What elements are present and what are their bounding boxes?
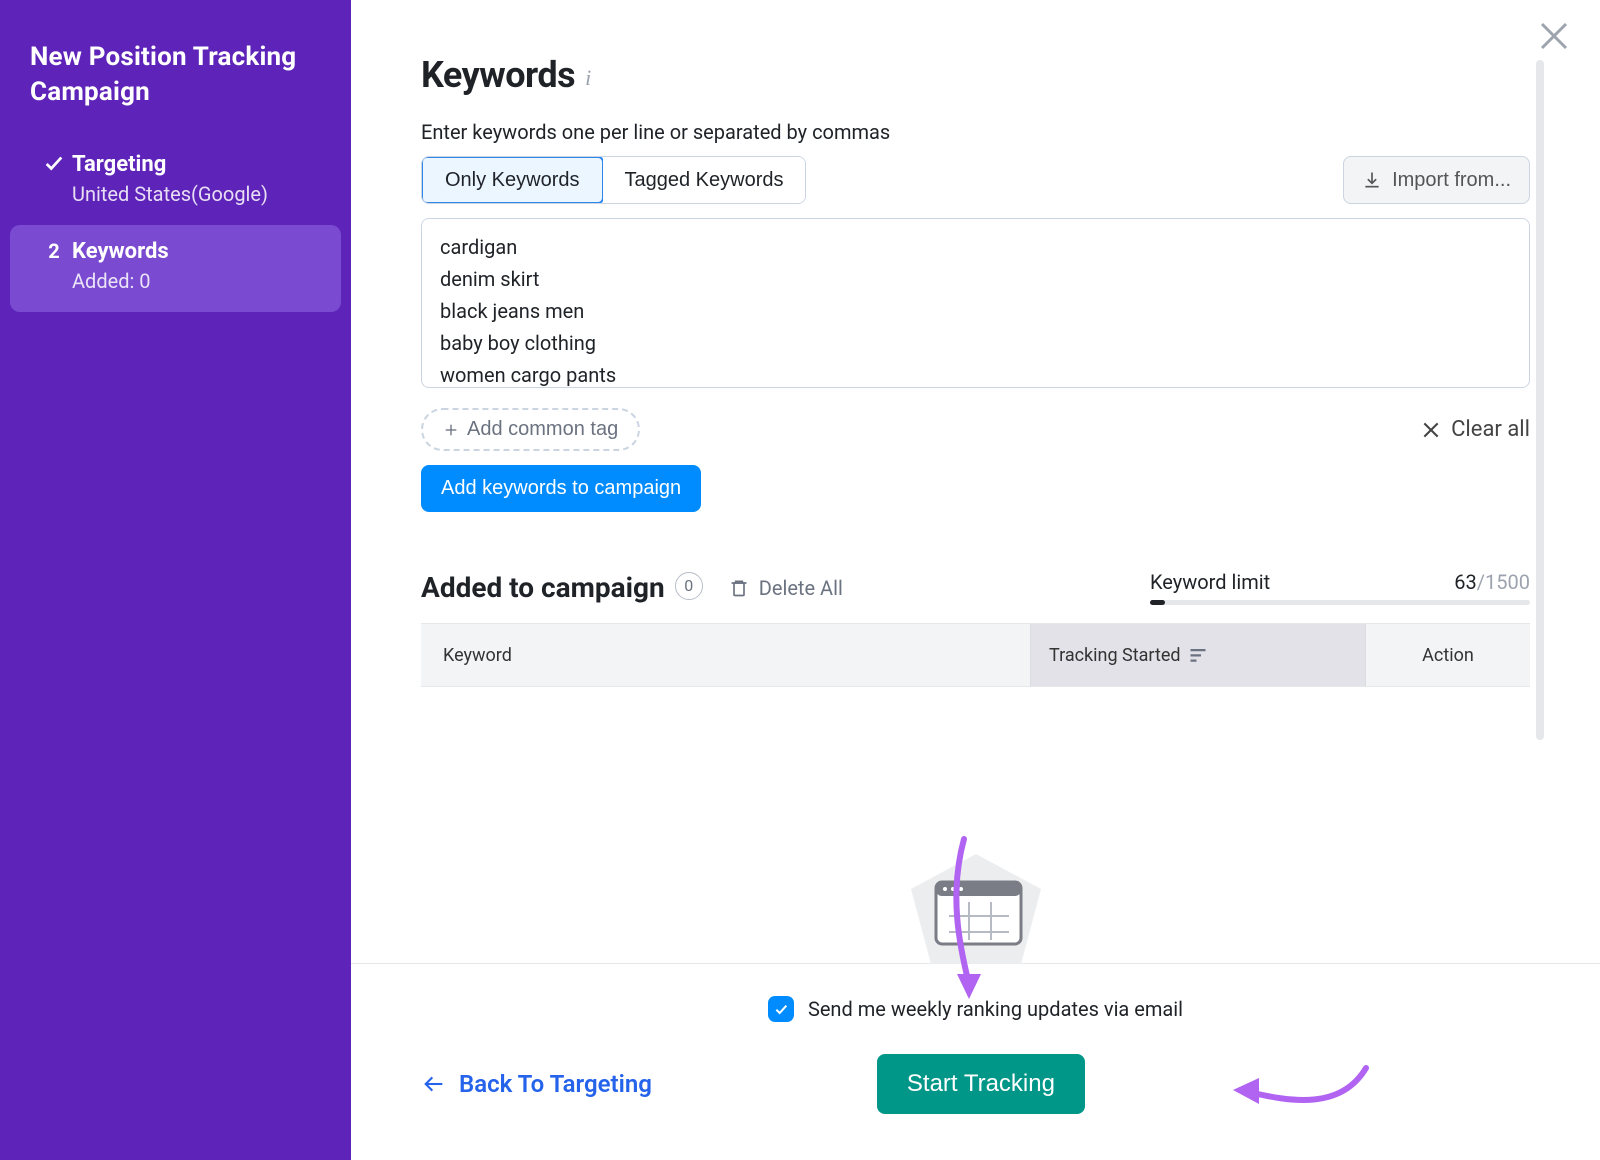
sidebar-step-targeting[interactable]: Targeting United States(Google) [10,138,341,225]
limit-total: /1500 [1477,570,1530,594]
close-button[interactable] [1536,18,1572,58]
keywords-hint: Enter keywords one per line or separated… [421,120,1530,144]
step-sub: Added: 0 [72,266,327,296]
footer: Send me weekly ranking updates via email… [351,963,1600,1160]
back-to-targeting-link[interactable]: Back To Targeting [421,1070,652,1098]
keywords-textarea[interactable] [421,218,1530,388]
sidebar-title: New Position Tracking Campaign [0,40,351,138]
plus-icon [443,422,459,438]
close-icon [1421,420,1441,440]
limit-used: 63 [1454,570,1476,594]
tab-tagged-keywords[interactable]: Tagged Keywords [603,157,806,203]
added-title: Added to campaign [421,571,665,604]
keyword-mode-toggle: Only Keywords Tagged Keywords [421,156,806,204]
trash-icon [729,577,749,599]
back-label: Back To Targeting [459,1070,652,1098]
page-title: Keywords [421,54,575,96]
weekly-email-label: Send me weekly ranking updates via email [808,997,1183,1021]
sort-icon [1189,648,1207,662]
limit-label: Keyword limit [1150,570,1270,594]
delete-all-label: Delete All [759,576,843,600]
wizard-sidebar: New Position Tracking Campaign Targeting… [0,0,351,1160]
weekly-email-checkbox[interactable] [768,996,794,1022]
added-count: 0 [675,572,703,600]
tab-only-keywords[interactable]: Only Keywords [421,156,604,204]
clear-all-label: Clear all [1451,417,1530,442]
scrollbar[interactable] [1536,60,1544,740]
step-label: Keywords [72,239,327,264]
check-icon [36,152,72,174]
info-icon[interactable]: i [585,65,591,91]
import-label: Import from... [1392,169,1511,192]
start-tracking-button[interactable]: Start Tracking [877,1054,1085,1114]
empty-illustration [901,854,1051,974]
step-index: 2 [36,239,72,263]
add-common-tag-button[interactable]: Add common tag [421,408,640,451]
added-section: Added to campaign 0 Delete All Keyword l… [421,570,1530,687]
limit-progress-bar [1150,600,1530,605]
step-label: Targeting [72,152,327,177]
arrow-left-icon [421,1074,447,1094]
main-panel: Keywords i Enter keywords one per line o… [351,0,1600,1160]
add-tag-label: Add common tag [467,418,618,441]
col-tracking-started[interactable]: Tracking Started [1030,624,1366,686]
keyword-limit: Keyword limit 63/1500 [1150,570,1530,605]
add-keywords-button[interactable]: Add keywords to campaign [421,465,701,512]
download-icon [1362,170,1382,190]
step-sub: United States(Google) [72,179,327,209]
clear-all-button[interactable]: Clear all [1421,417,1530,442]
sidebar-step-keywords[interactable]: 2 Keywords Added: 0 [10,225,341,312]
import-button[interactable]: Import from... [1343,156,1530,204]
table-header: Keyword Tracking Started Action [421,623,1530,687]
col-action: Action [1366,645,1530,666]
delete-all-button[interactable]: Delete All [729,576,843,600]
check-icon [773,1001,789,1017]
col-keyword[interactable]: Keyword [421,645,1030,666]
